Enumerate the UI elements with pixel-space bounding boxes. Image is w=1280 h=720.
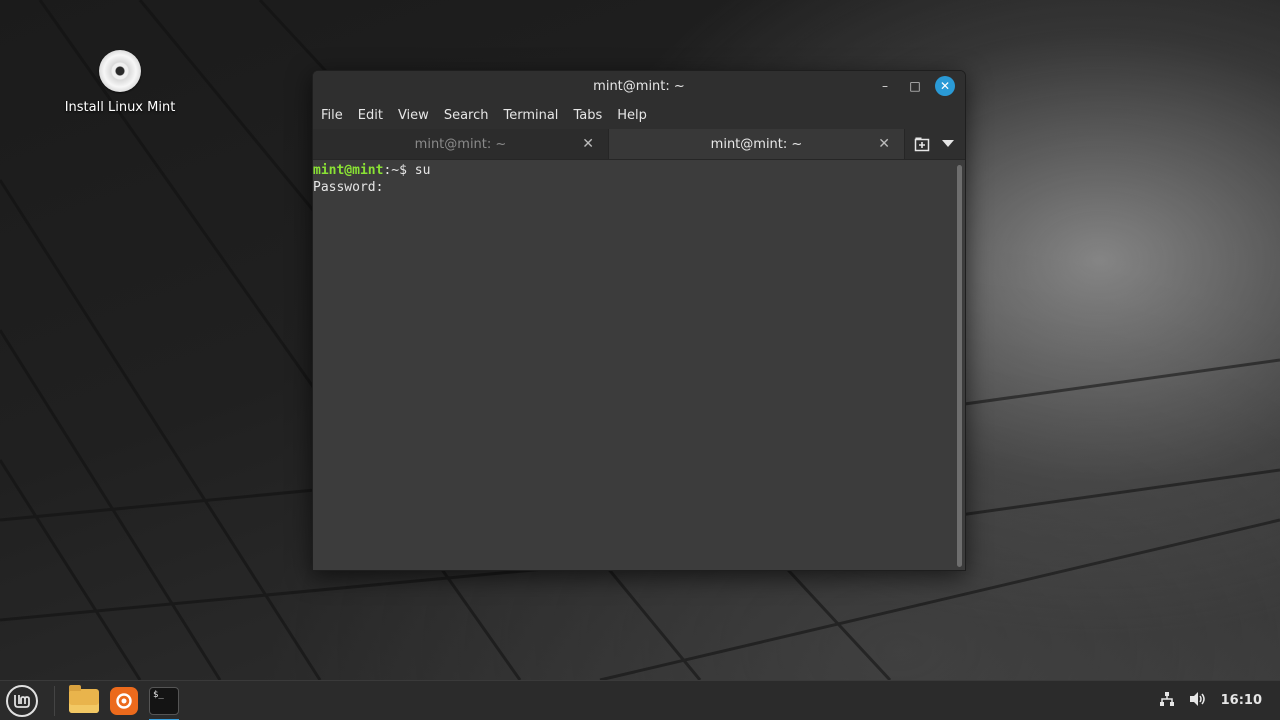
system-tray: 16:10 bbox=[1159, 691, 1280, 711]
window-title: mint@mint: ~ bbox=[593, 79, 685, 94]
folder-icon bbox=[69, 684, 99, 713]
tab-label: mint@mint: ~ bbox=[710, 136, 803, 152]
tab-label: mint@mint: ~ bbox=[414, 136, 507, 152]
menu-edit[interactable]: Edit bbox=[358, 108, 383, 123]
menu-search[interactable]: Search bbox=[444, 108, 489, 123]
terminal-line-2: Password: bbox=[313, 180, 384, 195]
taskbar: $_ 16:10 bbox=[0, 680, 1280, 720]
terminal-window: mint@mint: ~ – □ ✕ File Edit View Search… bbox=[312, 70, 966, 571]
window-titlebar[interactable]: mint@mint: ~ – □ ✕ bbox=[313, 71, 965, 102]
menu-file[interactable]: File bbox=[321, 108, 343, 123]
clock[interactable]: 16:10 bbox=[1221, 693, 1262, 708]
mint-menu-icon[interactable] bbox=[6, 684, 38, 717]
files-launcher[interactable] bbox=[67, 681, 101, 720]
disc-icon bbox=[99, 50, 141, 92]
close-button[interactable]: ✕ bbox=[935, 76, 955, 96]
menu-help[interactable]: Help bbox=[617, 108, 647, 123]
tab-tools bbox=[905, 129, 965, 159]
desktop-icon-label: Install Linux Mint bbox=[64, 100, 176, 115]
terminal-launcher[interactable]: $_ bbox=[147, 681, 181, 720]
tab-1[interactable]: mint@mint: ~ ✕ bbox=[313, 129, 609, 159]
terminal-output[interactable]: mint@mint:~$ su Password: bbox=[313, 161, 957, 570]
maximize-button[interactable]: □ bbox=[905, 76, 925, 96]
new-tab-icon[interactable] bbox=[911, 133, 933, 155]
terminal-scrollbar[interactable] bbox=[957, 165, 962, 567]
network-icon[interactable] bbox=[1159, 691, 1175, 711]
terminal-command: su bbox=[406, 163, 431, 178]
prompt-path: :~$ bbox=[383, 163, 407, 178]
menu-terminal[interactable]: Terminal bbox=[503, 108, 558, 123]
volume-icon[interactable] bbox=[1189, 691, 1207, 711]
desktop-icon-install-linux-mint[interactable]: Install Linux Mint bbox=[60, 50, 180, 115]
window-controls: – □ ✕ bbox=[875, 76, 955, 96]
tab-close-icon[interactable]: ✕ bbox=[878, 136, 890, 152]
minimize-button[interactable]: – bbox=[875, 76, 895, 96]
menu-bar: File Edit View Search Terminal Tabs Help bbox=[313, 102, 965, 129]
firefox-launcher[interactable] bbox=[107, 681, 141, 720]
tab-2[interactable]: mint@mint: ~ ✕ bbox=[609, 129, 905, 159]
taskbar-separator bbox=[54, 685, 55, 716]
tab-close-icon[interactable]: ✕ bbox=[582, 136, 594, 152]
chevron-down-icon[interactable] bbox=[937, 133, 959, 155]
menu-view[interactable]: View bbox=[398, 108, 429, 123]
terminal-line-1: mint@mint:~$ su bbox=[313, 162, 957, 179]
menu-tabs[interactable]: Tabs bbox=[573, 108, 602, 123]
tab-bar: mint@mint: ~ ✕ mint@mint: ~ ✕ bbox=[313, 129, 965, 160]
terminal-icon: $_ bbox=[149, 686, 179, 715]
prompt-user: mint@mint bbox=[313, 163, 384, 178]
firefox-icon bbox=[110, 686, 138, 715]
